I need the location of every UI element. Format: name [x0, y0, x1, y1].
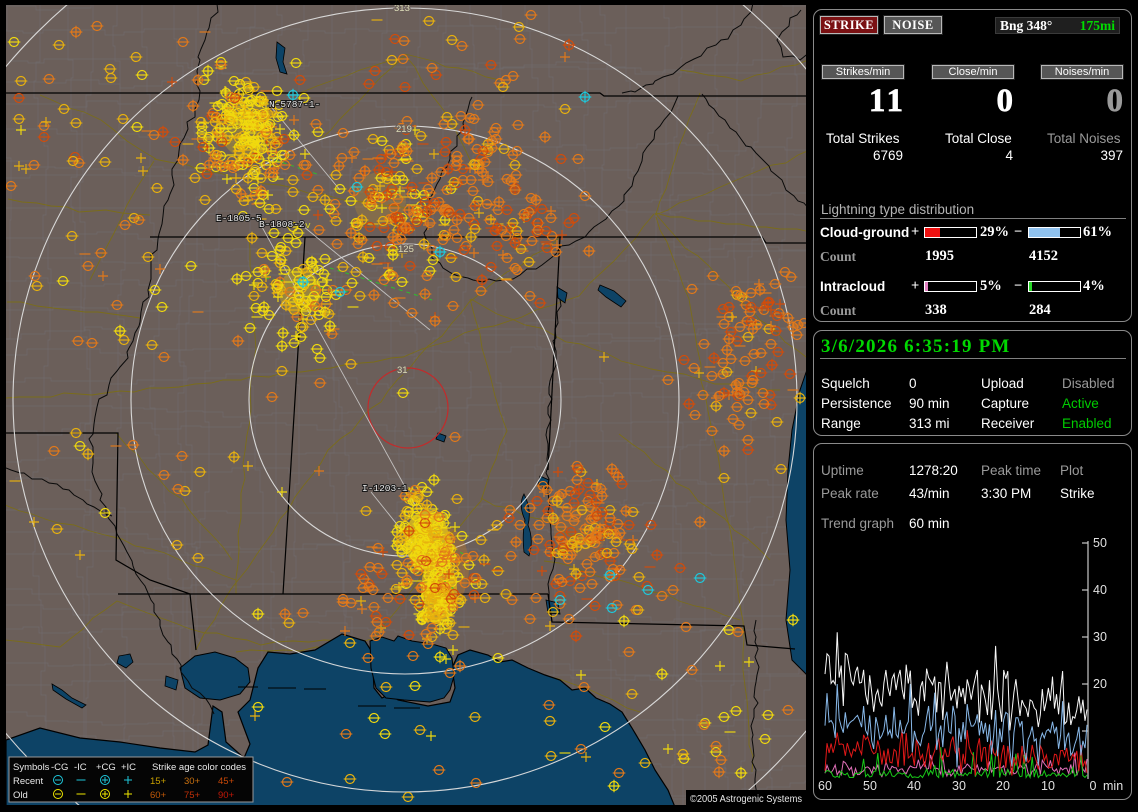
svg-text:-CG: -CG	[51, 762, 68, 773]
svg-text:©2005 Astrogenic Systems: ©2005 Astrogenic Systems	[690, 793, 802, 805]
svg-text:40: 40	[907, 779, 921, 793]
svg-text:+CG: +CG	[96, 762, 116, 773]
svg-text:50: 50	[863, 779, 877, 793]
svg-text:10: 10	[1041, 779, 1055, 793]
svg-text:B-1808-2: B-1808-2	[259, 219, 305, 230]
svg-text:v: v	[408, 484, 414, 495]
svg-text:v: v	[305, 220, 311, 231]
svg-text:+IC: +IC	[121, 762, 136, 773]
svg-text:60+: 60+	[150, 790, 167, 801]
svg-text:I-1203-1: I-1203-1	[362, 483, 408, 494]
svg-text:219: 219	[396, 124, 412, 135]
svg-text:60: 60	[818, 779, 832, 793]
svg-text:40: 40	[1093, 583, 1107, 597]
svg-text:15+: 15+	[150, 776, 167, 787]
svg-text:45+: 45+	[218, 776, 235, 787]
svg-text:20: 20	[1093, 677, 1107, 691]
svg-text:31: 31	[397, 365, 408, 376]
svg-text:Strike age color codes: Strike age color codes	[152, 762, 246, 773]
svg-text:N-5787-1-: N-5787-1-	[269, 99, 320, 110]
svg-text:Symbols: Symbols	[13, 762, 50, 773]
svg-text:min: min	[1103, 779, 1123, 793]
svg-text:-IC: -IC	[74, 762, 87, 773]
svg-text:20: 20	[996, 779, 1010, 793]
svg-text:30: 30	[952, 779, 966, 793]
svg-text:E-1805-5: E-1805-5	[216, 213, 262, 224]
svg-text:Recent: Recent	[13, 776, 43, 787]
svg-text:125: 125	[398, 244, 414, 255]
svg-text:30+: 30+	[184, 776, 201, 787]
svg-text:90+: 90+	[218, 790, 235, 801]
svg-text:Old: Old	[13, 790, 28, 801]
svg-text:30: 30	[1093, 630, 1107, 644]
svg-text:313: 313	[394, 5, 410, 14]
svg-text:75+: 75+	[184, 790, 201, 801]
svg-text:0: 0	[1090, 779, 1097, 793]
svg-text:50: 50	[1093, 536, 1107, 550]
